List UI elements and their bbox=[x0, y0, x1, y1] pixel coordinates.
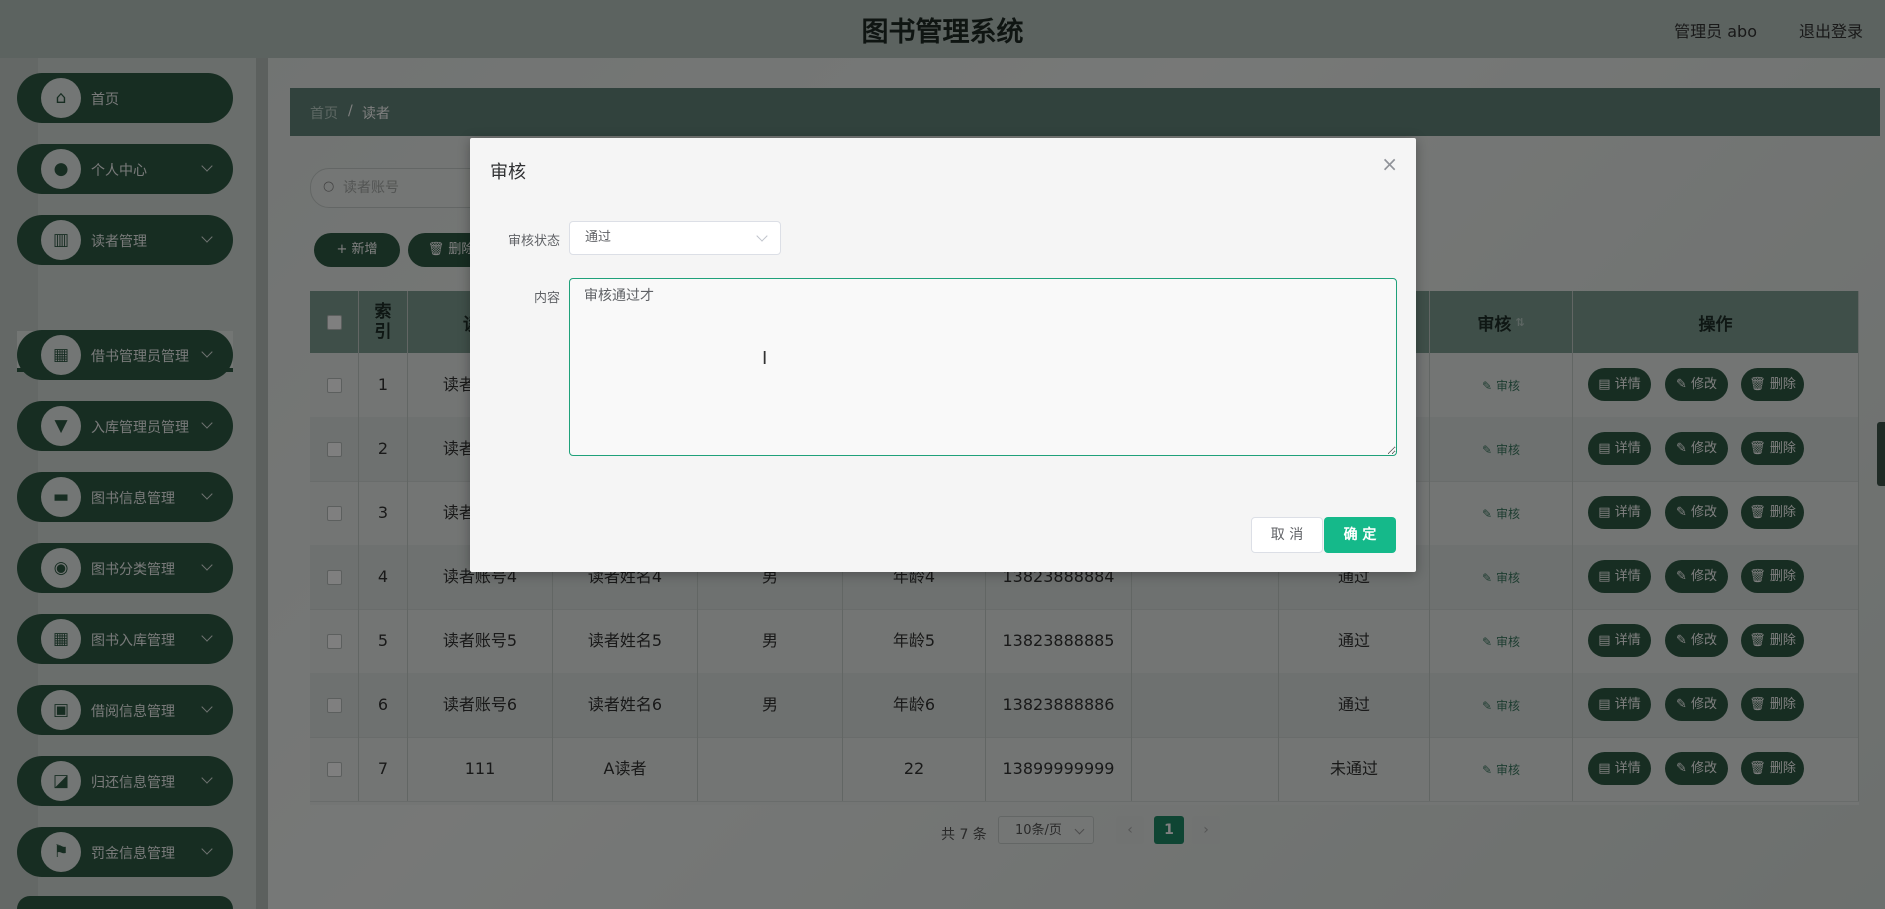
content-label: 内容 bbox=[533, 291, 560, 306]
cancel-button[interactable]: 取 消 bbox=[1251, 517, 1323, 553]
chevron-down-icon bbox=[756, 230, 768, 242]
audit-content-textarea[interactable] bbox=[569, 278, 1397, 456]
audit-status-value: 通过 bbox=[585, 230, 612, 245]
close-icon[interactable]: × bbox=[1381, 152, 1398, 176]
dialog-title: 审核 bbox=[490, 162, 526, 183]
audit-status-select[interactable]: 通过 bbox=[569, 221, 781, 255]
status-label: 审核状态 bbox=[507, 234, 560, 249]
audit-dialog: 审核 × 审核状态 通过 内容 I 取 消 确 定 bbox=[470, 138, 1416, 572]
confirm-button[interactable]: 确 定 bbox=[1324, 517, 1396, 553]
text-cursor-icon: I bbox=[762, 348, 768, 369]
side-drawer-handle[interactable] bbox=[1877, 422, 1885, 486]
